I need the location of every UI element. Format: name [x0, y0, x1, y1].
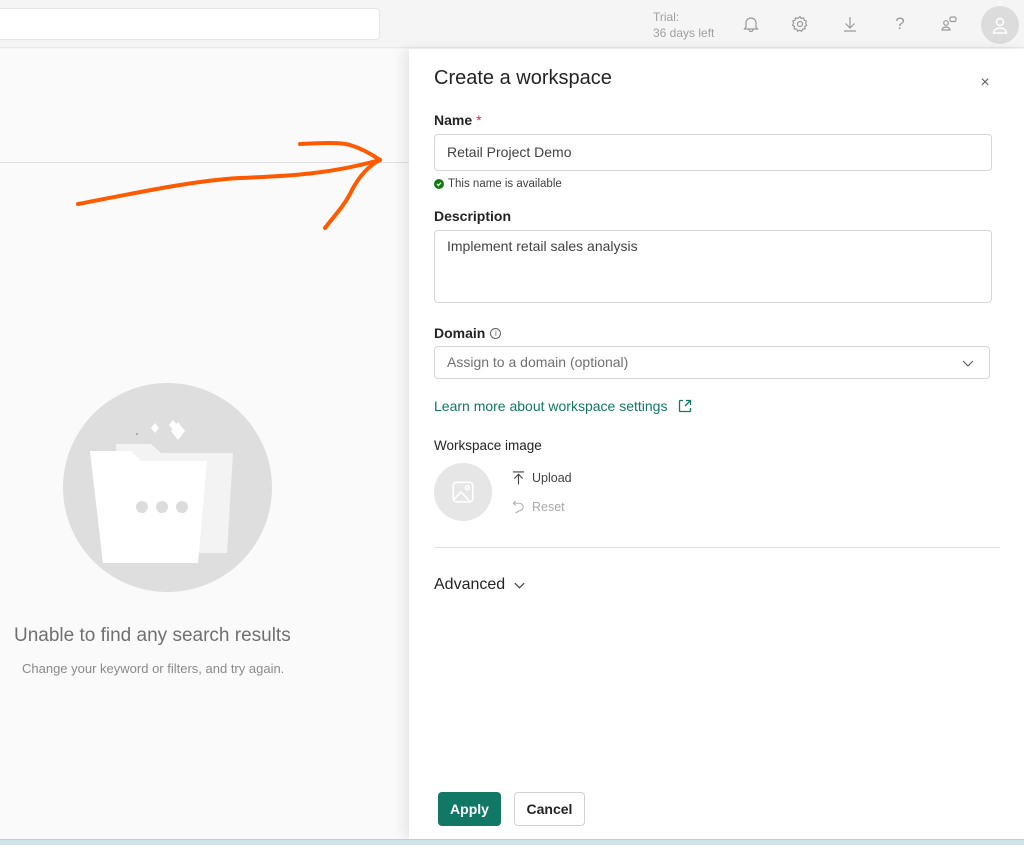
avatar[interactable] — [981, 6, 1019, 44]
trial-days: 36 days left — [653, 26, 715, 40]
domain-label-text: Domain — [434, 325, 486, 341]
advanced-toggle[interactable]: Advanced — [434, 576, 526, 594]
image-icon — [452, 481, 474, 503]
name-label: Name * — [434, 112, 482, 128]
advanced-label: Advanced — [434, 576, 506, 593]
name-label-text: Name — [434, 112, 473, 128]
bottom-border — [0, 839, 1024, 845]
domain-placeholder: Assign to a domain (optional) — [447, 354, 629, 370]
learn-more-text: Learn more about workspace settings — [434, 398, 668, 414]
name-field[interactable]: Retail Project Demo — [434, 134, 992, 171]
info-icon[interactable]: i — [490, 328, 502, 339]
gear-icon[interactable] — [788, 12, 812, 36]
undo-icon — [512, 500, 524, 514]
reset-label: Reset — [532, 499, 565, 514]
empty-folder-illustration — [63, 383, 272, 592]
workspace-image-label: Workspace image — [434, 438, 542, 453]
empty-state-subtitle: Change your keyword or filters, and try … — [22, 661, 285, 676]
search-input[interactable] — [0, 8, 380, 40]
feedback-icon[interactable] — [937, 12, 961, 36]
trial-label: Trial: — [653, 10, 680, 24]
empty-state-title: Unable to find any search results — [14, 625, 291, 646]
reset-button[interactable]: Reset — [512, 499, 565, 514]
required-mark: * — [476, 112, 482, 128]
domain-select[interactable]: Assign to a domain (optional) — [434, 346, 990, 379]
create-workspace-panel: Create a workspace × Name * Retail Projec… — [409, 49, 1024, 839]
domain-label: Domain i — [434, 325, 502, 341]
top-bar: Trial: 36 days left ? — [0, 0, 1024, 48]
help-icon[interactable]: ? — [888, 12, 912, 36]
trial-status[interactable]: Trial: 36 days left — [653, 9, 714, 41]
divider — [0, 162, 410, 163]
check-circle-icon — [434, 179, 444, 189]
upload-button[interactable]: Upload — [512, 470, 572, 486]
panel-title: Create a workspace — [434, 67, 612, 89]
download-icon[interactable] — [838, 12, 862, 36]
divider — [434, 547, 1000, 548]
description-field[interactable]: Implement retail sales analysis — [434, 230, 992, 303]
chevron-down-icon — [962, 360, 974, 367]
apply-button[interactable]: Apply — [438, 792, 501, 826]
close-icon[interactable]: × — [975, 73, 995, 93]
bell-icon[interactable] — [739, 12, 763, 36]
name-validation: This name is available — [434, 178, 562, 190]
validation-text: This name is available — [448, 178, 562, 190]
cancel-button[interactable]: Cancel — [514, 792, 585, 826]
description-label: Description — [434, 208, 512, 224]
upload-label: Upload — [532, 471, 572, 485]
chevron-down-icon — [514, 582, 525, 589]
workspace-image-placeholder — [434, 463, 492, 521]
upload-icon — [512, 471, 525, 485]
external-link-icon — [679, 399, 692, 413]
learn-more-link[interactable]: Learn more about workspace settings — [434, 398, 693, 414]
